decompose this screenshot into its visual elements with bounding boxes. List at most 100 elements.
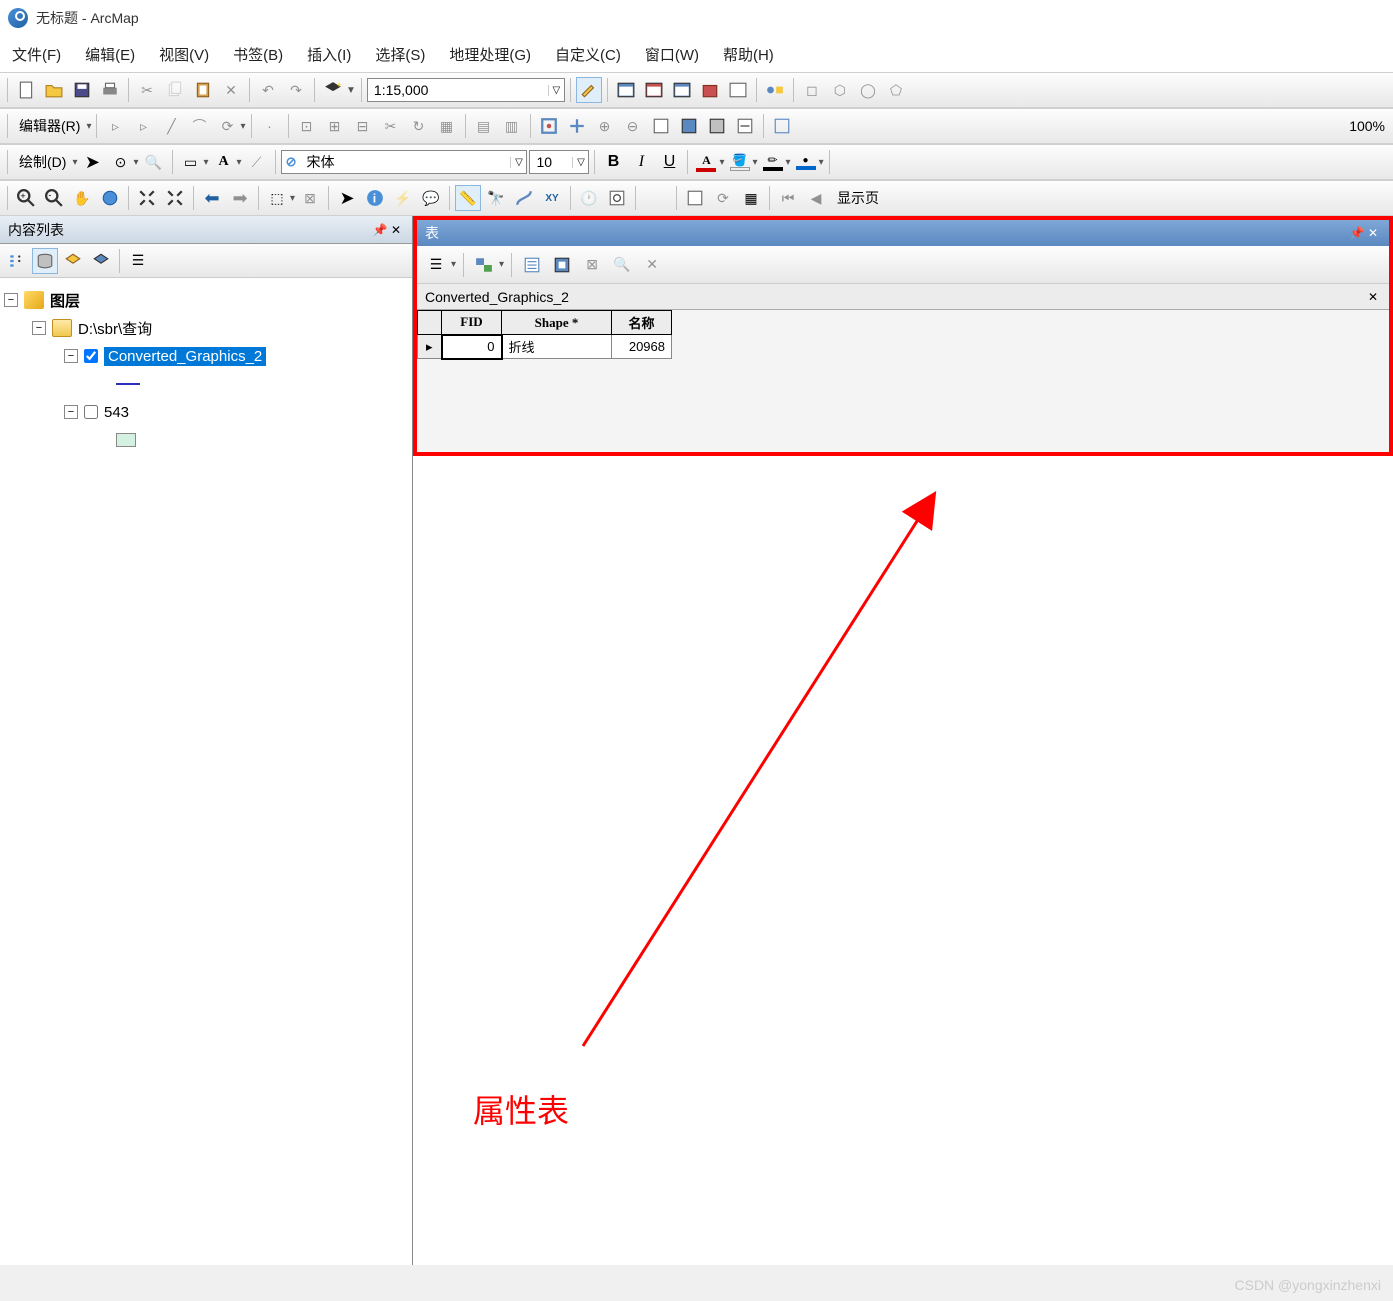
clear-selection[interactable]: ⊠ (297, 185, 323, 211)
layer2-checkbox[interactable] (84, 405, 98, 419)
cut-button[interactable]: ✂ (134, 77, 160, 103)
col-fid[interactable]: FID (442, 311, 502, 335)
cell-name[interactable]: 20968 (612, 335, 672, 359)
marker-color-dropdown[interactable]: ▾ (819, 157, 824, 168)
georef-tool-8[interactable] (732, 113, 758, 139)
rotate-dropdown[interactable]: ▾ (133, 157, 138, 168)
table-options[interactable]: ☰ (423, 252, 449, 278)
find-route[interactable] (511, 185, 537, 211)
table-pin-icon[interactable]: 📌 (1349, 225, 1365, 241)
list-by-visibility[interactable] (60, 248, 86, 274)
switch-selection[interactable] (549, 252, 575, 278)
save-button[interactable] (69, 77, 95, 103)
rectangle-dropdown[interactable]: ▾ (204, 157, 209, 168)
font-dropdown-icon[interactable]: ▽ (510, 157, 526, 168)
georef-tool-6[interactable] (676, 113, 702, 139)
find-tool[interactable]: 🔭 (483, 185, 509, 211)
font-color-dropdown[interactable]: ▾ (719, 157, 724, 168)
tree-root[interactable]: − 图层 (4, 286, 408, 314)
page-tool-2[interactable]: ⟳ (710, 185, 736, 211)
toc-button[interactable] (613, 77, 639, 103)
new-button[interactable] (13, 77, 39, 103)
tree-toggle-root[interactable]: − (4, 293, 18, 307)
size-combo[interactable]: ▽ (529, 150, 589, 174)
editor-dropdown[interactable]: ▾ (86, 121, 91, 132)
list-by-drawing-order[interactable] (4, 248, 30, 274)
tree-layer-2[interactable]: − 543 (4, 398, 408, 426)
list-by-source[interactable] (32, 248, 58, 274)
menu-help[interactable]: 帮助(H) (723, 44, 774, 65)
georef-tool-1[interactable] (536, 113, 562, 139)
georef-tool-5[interactable] (648, 113, 674, 139)
print-button[interactable] (97, 77, 123, 103)
layer2-symbol[interactable] (4, 426, 408, 454)
create-features[interactable]: ▥ (499, 113, 525, 139)
line-color-button[interactable]: ✏ (760, 149, 786, 175)
editor-label[interactable]: 编辑器(R) (13, 116, 86, 136)
copy-button[interactable] (162, 77, 188, 103)
editor-toolbar-button[interactable] (576, 77, 602, 103)
italic-button[interactable]: I (628, 149, 654, 175)
menu-insert[interactable]: 插入(I) (307, 44, 351, 65)
hyperlink-tool[interactable]: ⚡ (390, 185, 416, 211)
zoom-element[interactable]: 🔍 (141, 149, 167, 175)
end-point-arc[interactable]: ⌒ (186, 113, 212, 139)
tree-toggle-layer2[interactable]: − (64, 405, 78, 419)
go-to-xy[interactable]: XY (539, 185, 565, 211)
python-window-button[interactable] (725, 77, 751, 103)
trace-tool[interactable]: ⟳ (214, 113, 240, 139)
table-tab-close-icon[interactable]: ✕ (1365, 289, 1381, 305)
marker-color-button[interactable]: ● (793, 149, 819, 175)
catalog-button[interactable] (641, 77, 667, 103)
shape-tool-3[interactable]: ◯ (855, 77, 881, 103)
cell-fid[interactable]: 0 (442, 335, 502, 359)
tree-layer-1[interactable]: − Converted_Graphics_2 (4, 342, 408, 370)
add-data-dropdown[interactable]: ▼ (346, 85, 356, 96)
reshape-tool[interactable]: ⊞ (322, 113, 348, 139)
georef-tool-2[interactable] (564, 113, 590, 139)
measure-tool[interactable]: 📏 (455, 185, 481, 211)
add-data-button[interactable]: + (320, 77, 346, 103)
full-extent-tool[interactable] (97, 185, 123, 211)
layer1-label[interactable]: Converted_Graphics_2 (104, 347, 266, 366)
topology-tool[interactable] (769, 113, 795, 139)
font-color-button[interactable]: A (693, 149, 719, 175)
select-features-tool[interactable]: ⬚ (264, 185, 290, 211)
edit-tool[interactable]: ▹ (102, 113, 128, 139)
georef-tool-7[interactable] (704, 113, 730, 139)
scale-dropdown-icon[interactable]: ▽ (548, 85, 564, 96)
attributes-button[interactable]: ▦ (434, 113, 460, 139)
edit-annotation-tool[interactable]: ▹ (130, 113, 156, 139)
arctoolbox-button[interactable] (697, 77, 723, 103)
size-input[interactable] (530, 151, 572, 173)
paste-button[interactable] (190, 77, 216, 103)
time-slider[interactable]: 🕐 (576, 185, 602, 211)
edit-vertices[interactable]: ⊡ (294, 113, 320, 139)
georef-tool-4[interactable]: ⊖ (620, 113, 646, 139)
zoom-out-tool[interactable]: - (41, 185, 67, 211)
identify-tool[interactable]: i (362, 185, 388, 211)
bold-button[interactable]: B (600, 149, 626, 175)
page-prev[interactable]: ◀ (803, 185, 829, 211)
html-popup[interactable]: 💬 (418, 185, 444, 211)
menu-file[interactable]: 文件(F) (12, 44, 61, 65)
tree-toggle-layer1[interactable]: − (64, 349, 78, 363)
cut-polygons[interactable]: ⊟ (350, 113, 376, 139)
menu-select[interactable]: 选择(S) (375, 44, 425, 65)
shape-tool-2[interactable]: ⬡ (827, 77, 853, 103)
next-extent[interactable]: ➡ (227, 185, 253, 211)
draw-dropdown[interactable]: ▾ (72, 157, 77, 168)
select-features-dropdown[interactable]: ▾ (290, 193, 295, 204)
table-close-icon[interactable]: ✕ (1365, 225, 1381, 241)
menu-customize[interactable]: 自定义(C) (555, 44, 621, 65)
font-combo[interactable]: ⊘ ▽ (281, 150, 528, 174)
tree-toggle-folder[interactable]: − (32, 321, 46, 335)
shape-tool-4[interactable]: ⬠ (883, 77, 909, 103)
table-options-dropdown[interactable]: ▾ (451, 259, 456, 270)
rotate-element-tool[interactable]: ⊙ (107, 149, 133, 175)
point-tool[interactable]: · (257, 113, 283, 139)
rotate-tool[interactable]: ↻ (406, 113, 432, 139)
row-selector-header[interactable] (418, 311, 442, 335)
fill-color-dropdown[interactable]: ▾ (753, 157, 758, 168)
underline-button[interactable]: U (656, 149, 682, 175)
